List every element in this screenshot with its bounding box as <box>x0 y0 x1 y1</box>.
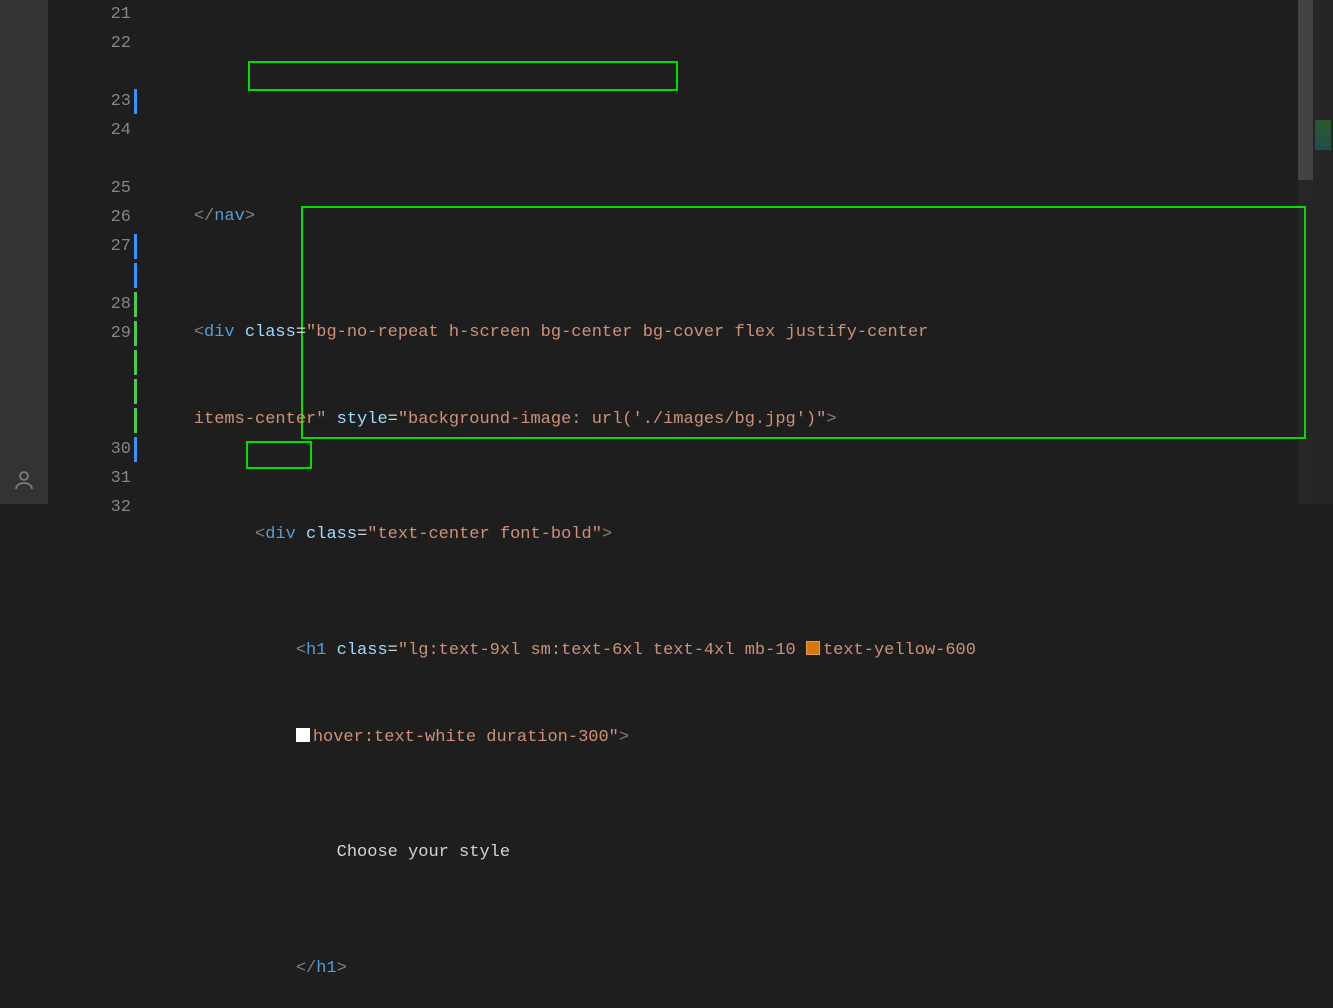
line-number: 23 <box>48 87 131 116</box>
line-number: 25 <box>48 174 131 203</box>
line-number: 21 <box>48 0 131 29</box>
accounts-icon[interactable] <box>0 456 48 504</box>
diff-highlight-box <box>248 61 678 91</box>
line-number: 30 <box>48 435 131 464</box>
line-number: 31 <box>48 464 131 493</box>
code-line-wrap: items-center" style="background-image: u… <box>153 405 1333 434</box>
line-number: 29 <box>48 319 131 348</box>
diff-highlight-box <box>246 441 312 469</box>
line-number: 27 <box>48 232 131 261</box>
code-line-wrap: hover:text-white duration-300"> <box>153 723 1333 752</box>
scrollbar-thumb[interactable] <box>1298 0 1313 180</box>
code-content[interactable]: </nav> <div class="bg-no-repeat h-screen… <box>153 0 1333 504</box>
vertical-scrollbar[interactable] <box>1298 0 1313 504</box>
line-number: 24 <box>48 116 131 145</box>
line-number-wrap <box>48 377 131 406</box>
code-line: Choose your style <box>153 838 1333 867</box>
activity-bar <box>0 0 48 504</box>
minimap[interactable] <box>1313 0 1333 504</box>
line-number: 22 <box>48 29 131 58</box>
code-line: <div class="bg-no-repeat h-screen bg-cen… <box>153 318 1333 347</box>
line-number-wrap <box>48 145 131 174</box>
line-number-wrap <box>48 58 131 87</box>
line-number-wrap <box>48 348 131 377</box>
code-line: </h1> <box>153 954 1333 983</box>
editor-area[interactable]: 21 22 23 24 25 26 27 28 29 30 31 32 </na… <box>48 0 1333 504</box>
line-number: 28 <box>48 290 131 319</box>
code-line: <h1 class="lg:text-9xl sm:text-6xl text-… <box>153 636 1333 665</box>
color-swatch-yellow-icon[interactable] <box>806 641 820 655</box>
line-number-wrap <box>48 261 131 290</box>
line-number: 26 <box>48 203 131 232</box>
color-swatch-white-icon[interactable] <box>296 728 310 742</box>
line-number-gutter: 21 22 23 24 25 26 27 28 29 30 31 32 <box>48 0 143 504</box>
minimap-highlight <box>1315 120 1331 150</box>
code-line: </nav> <box>153 202 1333 231</box>
code-line: <div class="text-center font-bold"> <box>153 520 1333 549</box>
line-number-wrap <box>48 406 131 435</box>
line-number: 32 <box>48 493 131 522</box>
